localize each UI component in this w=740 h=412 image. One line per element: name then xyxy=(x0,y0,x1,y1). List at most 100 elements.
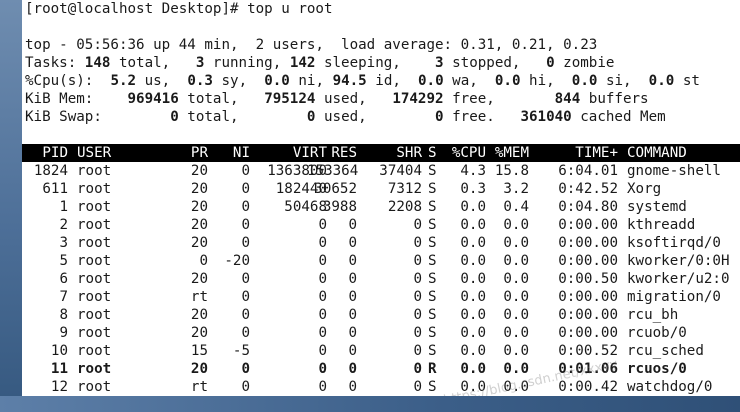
cell-user: root xyxy=(77,181,112,197)
table-row: 8 root 20 0 0 0 0 S 0.0 0.0 0:00.00 rcu_bh xyxy=(22,306,740,324)
cpu-us-label: us, xyxy=(136,73,171,89)
tasks-total: 148 xyxy=(84,55,111,71)
column-header-command: COMMAND xyxy=(627,145,687,161)
cell-s: S xyxy=(428,181,437,197)
cpu-label: %Cpu(s): xyxy=(25,73,94,89)
cell-s: S xyxy=(428,325,437,341)
tasks-running-label: running, xyxy=(204,55,282,71)
column-header-mem: %MEM xyxy=(494,145,529,161)
cell-cpu: 0.0 xyxy=(460,325,486,341)
cell-cpu: 0.0 xyxy=(460,307,486,323)
cell-pid: 1 xyxy=(59,199,68,215)
table-row: 11 root 20 0 0 0 0 R 0.0 0.0 0:01.06 rcuos/0 xyxy=(22,360,740,378)
cpu-st-label: st xyxy=(674,73,700,89)
cell-s: S xyxy=(428,253,437,269)
cell-shr: 7312 xyxy=(387,181,422,197)
cell-command: rcu_bh xyxy=(627,307,679,323)
cell-command: kworker/u2:0 xyxy=(627,271,730,287)
cell-s: S xyxy=(428,199,437,215)
cpu-id: 94.5 xyxy=(332,73,367,89)
tasks-label: Tasks: xyxy=(25,55,77,71)
table-row: 1 root 20 0 50468 3988 2208 S 0.0 0.4 0:04.80 syste… xyxy=(22,198,740,216)
cell-pid: 6 xyxy=(59,271,68,287)
cell-time: 0:00.50 xyxy=(558,271,618,287)
cell-user: root xyxy=(77,271,112,287)
cell-shr: 0 xyxy=(413,379,422,395)
cpu-hi: 0.0 xyxy=(494,73,521,89)
cell-shr: 0 xyxy=(413,343,422,359)
tasks-zombie: 0 xyxy=(546,55,555,71)
cell-mem: 0.0 xyxy=(503,235,529,251)
cell-s: S xyxy=(428,379,437,395)
tasks-stopped-label: stopped, xyxy=(443,55,521,71)
swap-line: KiB Swap: 0 total, 0 used, 0 free. 36104… xyxy=(25,108,666,126)
table-row: 5 root 0 -20 0 0 0 S 0.0 0.0 0:00.00 kworker/0:0H xyxy=(22,252,740,270)
cpu-wa-label: wa, xyxy=(443,73,478,89)
cell-cpu: 0.0 xyxy=(460,217,486,233)
cell-cpu: 0.0 xyxy=(460,199,486,215)
mem-buffers-label: buffers xyxy=(580,91,649,107)
column-header-pid: PID xyxy=(42,145,68,161)
cell-s: S xyxy=(428,217,437,233)
cell-pid: 12 xyxy=(50,379,68,395)
cell-res: 0 xyxy=(348,325,357,341)
column-header-time: TIME+ xyxy=(575,145,618,161)
mem-label: KiB Mem: xyxy=(25,91,94,107)
cell-time: 0:00.00 xyxy=(558,253,618,269)
cell-command: ksoftirqd/0 xyxy=(627,235,721,251)
cell-s: S xyxy=(428,271,437,287)
table-row: 3 root 20 0 0 0 0 S 0.0 0.0 0:00.00 ksoftirqd/0 xyxy=(22,234,740,252)
shell-prompt-line: [root@localhost Desktop]# top u root xyxy=(25,1,333,17)
cell-res: 0 xyxy=(348,307,357,323)
mem-line: KiB Mem: 969416 total, 795124 used, 1742… xyxy=(25,90,649,108)
tasks-stopped: 3 xyxy=(435,55,444,71)
cell-time: 0:00.00 xyxy=(558,217,618,233)
cell-command: migration/0 xyxy=(627,289,721,305)
tasks-line: Tasks: 148 total, 3 running, 142 sleepin… xyxy=(25,54,614,72)
cell-pid: 1824 xyxy=(33,163,68,179)
cell-command: Xorg xyxy=(627,181,662,197)
cell-mem: 0.0 xyxy=(503,271,529,287)
cpu-sy-label: sy, xyxy=(212,73,248,89)
cell-mem: 0.0 xyxy=(503,307,529,323)
cell-pid: 611 xyxy=(42,181,68,197)
cell-cpu: 0.0 xyxy=(460,289,486,305)
cell-user: root xyxy=(77,361,112,377)
cell-shr: 0 xyxy=(413,217,422,233)
cell-command: watchdog/0 xyxy=(627,379,713,395)
swap-total: 0 xyxy=(170,109,179,125)
cell-time: 0:00.00 xyxy=(558,235,618,251)
swap-free: 0 xyxy=(435,109,444,125)
cell-shr: 0 xyxy=(413,235,422,251)
desktop-background-bottom xyxy=(0,396,740,412)
uptime-line: top - 05:56:36 up 44 min, 2 users, load … xyxy=(25,37,598,53)
cpu-hi-label: hi, xyxy=(520,73,555,89)
cell-shr: 0 xyxy=(413,361,422,377)
table-row: 9 root 20 0 0 0 0 S 0.0 0.0 0:00.00 rcuob/0 xyxy=(22,324,740,342)
cell-cpu: 4.3 xyxy=(460,163,486,179)
cell-s: S xyxy=(428,343,437,359)
cpu-sy: 0.3 xyxy=(187,73,213,89)
cell-shr: 2208 xyxy=(387,199,422,215)
cpu-si: 0.0 xyxy=(571,73,598,89)
cell-time: 0:00.00 xyxy=(558,325,618,341)
cell-command: rcu_sched xyxy=(627,343,704,359)
swap-cached-label: cached Mem xyxy=(571,109,666,125)
mem-used-label: used, xyxy=(315,91,367,107)
cell-mem: 0.0 xyxy=(503,325,529,341)
cell-s: R xyxy=(428,361,437,377)
swap-used-label: used, xyxy=(315,109,367,125)
cell-command: kthreadd xyxy=(627,217,696,233)
mem-total-label: total, xyxy=(178,91,239,107)
cell-command: rcuob/0 xyxy=(627,325,687,341)
cell-res: 0 xyxy=(348,217,357,233)
cell-shr: 0 xyxy=(413,289,422,305)
cell-res: 0 xyxy=(348,271,357,287)
cell-user: root xyxy=(77,325,112,341)
terminal-window[interactable]: [root@localhost Desktop]# top u root top… xyxy=(22,0,740,396)
column-header-cpu: %CPU xyxy=(451,145,486,161)
cell-user: root xyxy=(77,307,112,323)
process-table-header: PID USER PR NI VIRT RES SHR S %CPU %MEM … xyxy=(22,144,740,162)
cell-pid: 8 xyxy=(59,307,68,323)
mem-used: 795124 xyxy=(264,91,316,107)
